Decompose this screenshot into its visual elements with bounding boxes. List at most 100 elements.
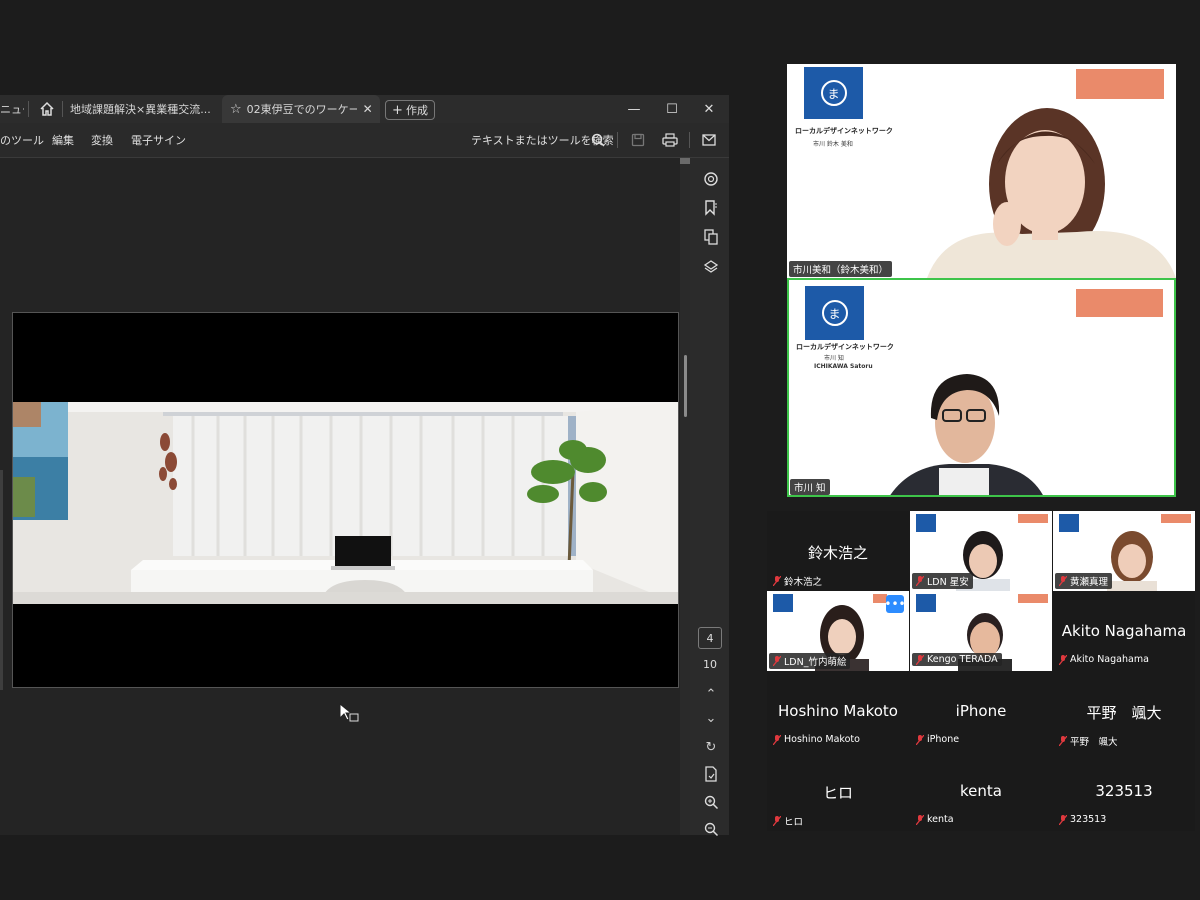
participant-tile[interactable]: 黄瀬真理	[1053, 511, 1195, 591]
participant-tile[interactable]: Kengo TERADA	[910, 591, 1052, 671]
participant-name: 323513	[1070, 814, 1107, 825]
pages-icon[interactable]	[702, 228, 720, 246]
muted-mic-icon	[915, 734, 925, 745]
participant-name-tag: 市川美和（鈴木美和）	[789, 261, 893, 277]
org-logo: ま	[804, 67, 863, 119]
tab-document-2[interactable]: ☆ 02東伊豆でのワーケー... ✕	[222, 95, 380, 123]
participant-tile[interactable]: iPhone iPhone	[910, 671, 1052, 751]
page-total: 10	[703, 658, 717, 671]
menu-esign[interactable]: 電子サイン	[131, 132, 186, 148]
participant-display-name: ヒロ	[822, 784, 853, 802]
participant-tile[interactable]: ヒロ ヒロ	[767, 751, 909, 831]
more-options-icon[interactable]: •••	[884, 595, 906, 613]
participant-tile[interactable]: 平野 颯大 平野 颯大	[1053, 671, 1195, 751]
muted-mic-icon	[772, 815, 782, 827]
left-panel-edge[interactable]	[0, 470, 3, 690]
scrollbar-top-cap	[680, 158, 690, 164]
muted-mic-icon	[772, 655, 782, 667]
muted-mic-icon	[772, 734, 782, 745]
toolbar-separator	[689, 132, 690, 148]
tab-document-2-label: 02東伊豆でのワーケー...	[246, 103, 357, 116]
room-photo	[13, 402, 678, 604]
comment-icon[interactable]	[702, 170, 720, 188]
banner	[1018, 594, 1048, 603]
minimize-icon[interactable]: —	[624, 99, 644, 119]
muted-mic-icon	[915, 654, 925, 665]
participant-name: 黄瀬真理	[1070, 577, 1109, 588]
layers-icon[interactable]	[702, 258, 720, 276]
zoom-out-icon[interactable]	[702, 820, 720, 838]
logo-mark: ま	[821, 300, 848, 326]
participant-name: LDN_竹内萌絵	[784, 657, 847, 668]
chevron-up-icon[interactable]: ⌃	[702, 685, 720, 703]
zoom-in-icon[interactable]	[702, 793, 720, 811]
participant-tile[interactable]: kenta kenta	[910, 751, 1052, 831]
maximize-icon[interactable]: ☐	[662, 99, 682, 119]
page-number-input[interactable]: 4	[698, 627, 722, 649]
chevron-down-icon[interactable]: ⌄	[702, 709, 720, 727]
logo-mark: ま	[820, 80, 847, 106]
participant-name-tag: iPhone	[912, 733, 963, 746]
tab-separator	[28, 101, 29, 117]
participant-tile[interactable]: 鈴木浩之 鈴木浩之	[767, 511, 909, 591]
vertical-scrollbar[interactable]	[680, 158, 690, 835]
banner	[1076, 69, 1164, 99]
person-caption: 市川 鈴木 美和	[813, 141, 853, 148]
close-tab-icon[interactable]: ✕	[363, 102, 373, 116]
org-logo: ま	[805, 286, 864, 340]
print-icon[interactable]	[661, 131, 679, 149]
create-button[interactable]: + 作成	[385, 100, 435, 120]
participant-tile[interactable]: LDN 星安	[910, 511, 1052, 591]
plus-icon: +	[392, 102, 403, 118]
person-caption: 市川 知	[824, 355, 844, 362]
participant-name-tag: Hoshino Makoto	[769, 733, 864, 746]
search-icon[interactable]	[589, 131, 607, 149]
document-fit-icon[interactable]	[702, 765, 720, 783]
menu-tools[interactable]: のツール	[0, 132, 44, 148]
mail-icon[interactable]	[700, 131, 718, 149]
participant-name: 鈴木浩之	[784, 577, 823, 588]
muted-mic-icon	[772, 575, 782, 587]
create-button-label: 作成	[405, 104, 428, 117]
org-logo	[773, 594, 793, 612]
participant-name-tag: 平野 颯大	[1055, 733, 1122, 749]
participant-tile[interactable]: ••• LDN_竹内萌絵	[767, 591, 909, 671]
org-name: ローカルデザインネットワーク	[795, 127, 893, 135]
org-logo	[916, 514, 936, 532]
participant-tile[interactable]: Hoshino Makoto Hoshino Makoto	[767, 671, 909, 751]
speaker-video-2-active[interactable]: ま ローカルデザインネットワーク 市川 知 ICHIKAWA Satoru 市川…	[787, 278, 1176, 497]
org-logo	[1059, 514, 1079, 532]
refresh-icon[interactable]: ↻	[702, 738, 720, 756]
cursor-icon	[339, 702, 361, 729]
speaker-video-1[interactable]: ま ローカルデザインネットワーク 市川 鈴木 美和 市川美和（鈴木美和）	[787, 64, 1176, 278]
muted-mic-icon	[1058, 735, 1068, 747]
participant-name-tag: 黄瀬真理	[1055, 573, 1113, 589]
pdf-viewer-window: ニュー 地域課題解決×異業種交流... ☆ 02東伊豆でのワーケー... ✕ +…	[0, 95, 729, 838]
participant-name: Kengo TERADA	[927, 654, 998, 665]
muted-mic-icon	[1058, 814, 1068, 825]
participant-name: LDN 星安	[927, 577, 969, 588]
muted-mic-icon	[1058, 654, 1068, 665]
tab-menu-partial[interactable]: ニュー	[0, 95, 24, 123]
participant-name: 平野 颯大	[1070, 737, 1118, 748]
home-icon[interactable]	[38, 100, 56, 118]
participant-name: Hoshino Makoto	[784, 734, 860, 745]
org-logo	[916, 594, 936, 612]
scrollbar-thumb[interactable]	[684, 355, 687, 417]
menu-edit[interactable]: 編集	[52, 132, 74, 148]
participant-tile[interactable]: Akito Nagahama Akito Nagahama	[1053, 591, 1195, 671]
tab-bar: ニュー 地域課題解決×異業種交流... ☆ 02東伊豆でのワーケー... ✕ +…	[0, 95, 729, 123]
star-icon[interactable]: ☆	[230, 102, 242, 117]
participant-name: kenta	[927, 814, 954, 825]
participant-portrait	[927, 108, 1176, 278]
bookmark-icon[interactable]	[702, 199, 720, 217]
save-icon[interactable]	[629, 131, 647, 149]
pdf-page	[12, 312, 679, 688]
close-window-icon[interactable]: ✕	[699, 99, 719, 119]
tab-document-1[interactable]: 地域課題解決×異業種交流...	[70, 95, 216, 123]
muted-mic-icon	[915, 575, 925, 587]
participant-display-name: iPhone	[955, 702, 1007, 720]
participant-tile[interactable]: 323513 323513	[1053, 751, 1195, 831]
participant-grid: 鈴木浩之 鈴木浩之 LDN 星安 黄瀬真理 ••• LDN_竹内萌絵 Kengo…	[767, 511, 1195, 831]
menu-convert[interactable]: 変換	[91, 132, 113, 148]
